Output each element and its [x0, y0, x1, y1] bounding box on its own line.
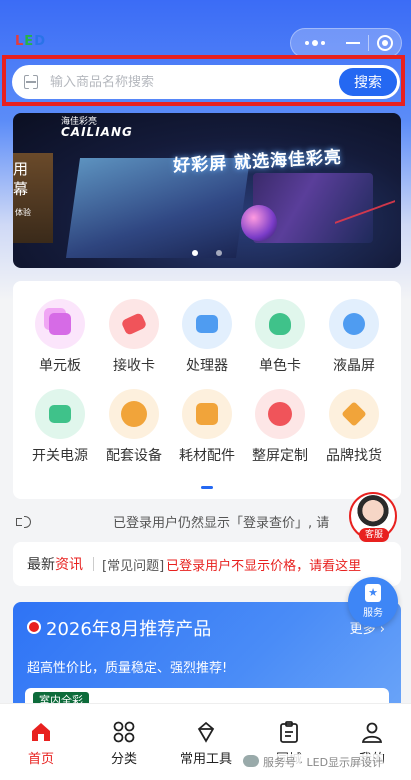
- recommend-title: 2026年8月推荐产品: [46, 619, 212, 640]
- category-brand-search[interactable]: 品牌找货: [317, 389, 391, 465]
- news-message: 已登录用户不显示价格，请看这里: [166, 558, 362, 574]
- more-menu-icon[interactable]: [291, 40, 339, 46]
- category-consumables[interactable]: 耗材配件: [170, 389, 244, 465]
- clipboard-icon: [277, 720, 301, 744]
- customer-service-label[interactable]: 客服: [359, 528, 389, 542]
- diamond-icon: [341, 401, 367, 427]
- category-mono-card[interactable]: 单色卡: [243, 299, 317, 375]
- calendar-icon: [196, 403, 218, 425]
- watermark: 服务号 · LED显示屏设计: [243, 754, 384, 770]
- category-lcd-screen[interactable]: 液晶屏: [317, 299, 391, 375]
- equipment-icon: [121, 401, 147, 427]
- carousel-dots: [13, 250, 401, 256]
- recommend-subtitle: 超高性价比，质量稳定、强烈推荐!: [27, 661, 228, 676]
- category-equipment[interactable]: 配套设备: [97, 389, 171, 465]
- close-miniprogram-icon[interactable]: [369, 35, 401, 51]
- news-bar[interactable]: 最新 资讯 [常见问题] 已登录用户不显示价格，请看这里: [13, 542, 401, 586]
- search-bar: 搜索: [12, 65, 400, 99]
- category-power-supply[interactable]: 开关电源: [23, 389, 97, 465]
- category-processor[interactable]: 处理器: [170, 299, 244, 375]
- minimize-icon[interactable]: [339, 42, 369, 44]
- scan-icon[interactable]: [24, 75, 38, 89]
- carousel-dot[interactable]: [216, 250, 222, 256]
- promo-banner[interactable]: 用幕 体验 海佳彩亮 CAILIANG 好彩屏 就选海佳彩亮: [13, 113, 401, 268]
- lcd-screen-icon: [343, 313, 365, 335]
- service-button[interactable]: ★ 服务: [348, 577, 398, 627]
- receiver-card-icon: [120, 312, 148, 336]
- grid-page-indicator: [201, 486, 213, 489]
- miniprogram-capsule: [290, 28, 402, 58]
- tab-home[interactable]: 首页: [11, 720, 71, 767]
- speaker-icon: [15, 514, 33, 528]
- category-custom-screen[interactable]: 整屏定制: [243, 389, 317, 465]
- hot-icon: [27, 620, 41, 634]
- tab-category[interactable]: 分类: [94, 720, 154, 767]
- category-unit-board[interactable]: 单元板: [23, 299, 97, 375]
- banner-sign-sub: 体验: [15, 208, 31, 217]
- category-receiver-card[interactable]: 接收卡: [97, 299, 171, 375]
- mono-card-icon: [269, 313, 291, 335]
- notice-text: 已登录用户仍然显示「登录查价」, 请: [113, 515, 330, 531]
- notice-bar[interactable]: 已登录用户仍然显示「登录查价」, 请: [13, 507, 401, 535]
- banner-sign-text: 用幕: [13, 160, 29, 198]
- banner-brand: 海佳彩亮 CAILIANG: [61, 117, 133, 139]
- search-input[interactable]: [50, 74, 339, 90]
- wechat-icon: [243, 755, 259, 767]
- carousel-dot[interactable]: [192, 250, 198, 256]
- star-icon: ★: [365, 584, 381, 602]
- tools-icon: [194, 720, 218, 744]
- processor-icon: [196, 315, 218, 333]
- category-grid: 单元板 接收卡 处理器 单色卡 液晶屏 开关电源 配套设备 耗材配件 整屏定制 …: [13, 281, 401, 499]
- home-icon: [29, 720, 53, 744]
- search-button[interactable]: 搜索: [339, 68, 397, 96]
- alarm-icon: [268, 402, 292, 426]
- unit-board-icon: [49, 313, 71, 335]
- category-icon: [112, 720, 136, 744]
- banner-planet-graphic: [241, 205, 277, 241]
- recommend-section: 2026年8月推荐产品 更多 › 超高性价比，质量稳定、强烈推荐! 室内全彩: [13, 602, 401, 712]
- user-icon: [360, 720, 384, 744]
- tab-tools[interactable]: 常用工具: [176, 720, 236, 767]
- banner-slogan: 好彩屏 就选海佳彩亮: [172, 147, 343, 177]
- power-supply-icon: [49, 405, 71, 423]
- news-tag: [常见问题]: [102, 558, 165, 574]
- app-logo: LED: [15, 34, 46, 49]
